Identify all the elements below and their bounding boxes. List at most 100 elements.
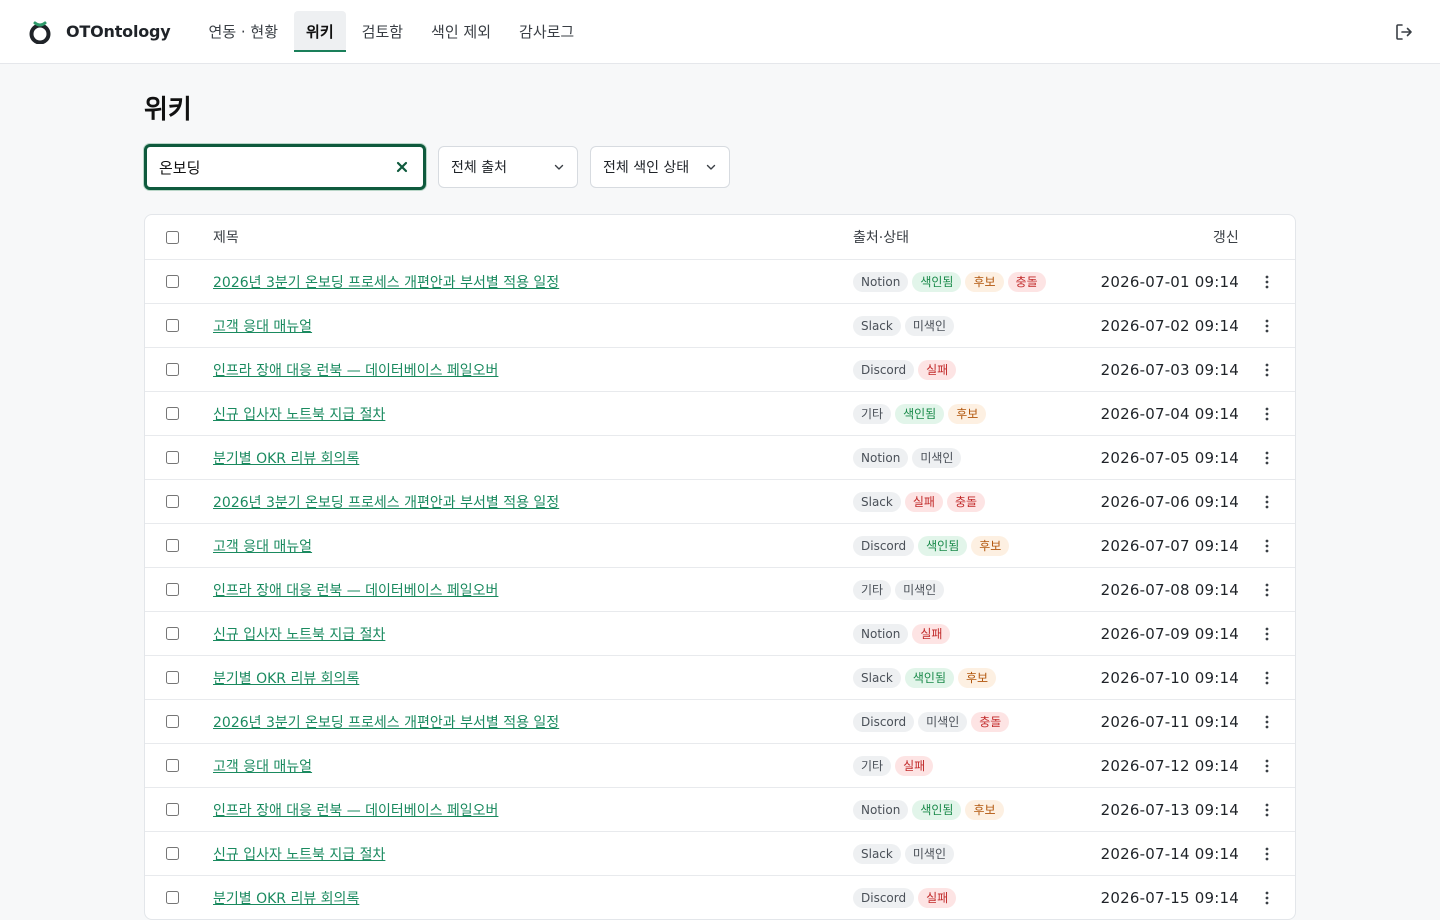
nav-item-2[interactable]: 검토함 <box>350 0 415 64</box>
row-menu-button[interactable] <box>1239 627 1295 641</box>
row-title-link[interactable]: 인프라 장애 대응 런북 — 데이터베이스 페일오버 <box>213 363 498 379</box>
row-check-cell <box>145 759 197 772</box>
row-checkbox[interactable] <box>165 671 179 684</box>
row-checkbox[interactable] <box>165 319 179 332</box>
row-menu-button[interactable] <box>1239 319 1295 333</box>
chevron-down-icon <box>554 164 564 170</box>
nav-item-label: 검토함 <box>361 23 404 41</box>
logo-icon <box>29 21 51 44</box>
row-title-link[interactable]: 고객 응대 매뉴얼 <box>213 539 312 555</box>
row-updated: 2026-07-15 09:14 <box>1100 888 1239 907</box>
more-vertical-icon <box>1265 627 1269 640</box>
row-menu-button[interactable] <box>1239 847 1295 861</box>
row-title-cell: 신규 입사자 노트북 지급 절차 <box>197 624 853 644</box>
row-title-link[interactable]: 인프라 장애 대응 런북 — 데이터베이스 페일오버 <box>213 803 498 819</box>
header-source-status[interactable]: 출처·상태 <box>853 227 1073 247</box>
status-badge-failed: 실패 <box>918 359 957 380</box>
row-menu-button[interactable] <box>1239 583 1295 597</box>
header-updated[interactable]: 갱신 <box>1073 227 1239 247</box>
index-status-filter-select[interactable]: 전체 색인 상태 <box>590 146 730 188</box>
row-checkbox[interactable] <box>165 847 179 860</box>
row-check-cell <box>145 627 197 640</box>
row-menu-button[interactable] <box>1239 275 1295 289</box>
status-badge-candidate: 후보 <box>957 667 997 688</box>
row-checkbox[interactable] <box>165 451 179 464</box>
source-badge: Notion <box>853 447 909 468</box>
row-title-link[interactable]: 2026년 3분기 온보딩 프로세스 개편안과 부서별 적용 일정 <box>213 275 559 291</box>
row-checkbox[interactable] <box>165 539 179 552</box>
row-menu-button[interactable] <box>1239 495 1295 509</box>
nav-item-3[interactable]: 색인 제외 <box>419 0 503 64</box>
row-checkbox[interactable] <box>165 407 179 420</box>
more-vertical-icon <box>1265 451 1269 464</box>
app-name: OTOntology <box>66 22 171 41</box>
row-menu-button[interactable] <box>1239 891 1295 905</box>
source-badge: Slack <box>853 491 901 512</box>
row-updated: 2026-07-08 09:14 <box>1100 580 1239 599</box>
row-updated: 2026-07-11 09:14 <box>1100 712 1239 731</box>
row-menu-button[interactable] <box>1239 451 1295 465</box>
row-check-cell <box>145 363 197 376</box>
row-menu-button[interactable] <box>1239 759 1295 773</box>
row-checkbox[interactable] <box>165 495 179 508</box>
row-title-link[interactable]: 고객 응대 매뉴얼 <box>213 319 312 335</box>
header-title[interactable]: 제목 <box>197 227 853 247</box>
table-row: 2026년 3분기 온보딩 프로세스 개편안과 부서별 적용 일정 Slack 실패… <box>145 479 1295 523</box>
table-row: 분기별 OKR 리뷰 회의록 Notion 미색인 2026-07-05 09:14 <box>145 435 1295 479</box>
row-title-link[interactable]: 신규 입사자 노트북 지급 절차 <box>213 627 385 643</box>
nav-item-0[interactable]: 연동 · 현황 <box>197 0 291 64</box>
chevron-down-icon <box>706 164 716 170</box>
search-input[interactable] <box>159 158 379 176</box>
nav-item-4[interactable]: 감사로그 <box>507 0 586 64</box>
more-vertical-icon <box>1265 363 1269 376</box>
row-checkbox[interactable] <box>165 275 179 288</box>
logout-icon[interactable] <box>1394 22 1414 42</box>
table-header-row: 제목 출처·상태 갱신 <box>145 215 1295 259</box>
row-menu-button[interactable] <box>1239 671 1295 685</box>
row-title-link[interactable]: 분기별 OKR 리뷰 회의록 <box>213 671 359 687</box>
table-row: 신규 입사자 노트북 지급 절차 기타 색인됨 후보 2026-07-04 09:14 <box>145 391 1295 435</box>
row-checkbox[interactable] <box>165 803 179 816</box>
nav-item-1[interactable]: 위키 <box>294 0 346 64</box>
row-menu-button[interactable] <box>1239 363 1295 377</box>
row-checkbox[interactable] <box>165 891 179 904</box>
row-title-cell: 고객 응대 매뉴얼 <box>197 756 853 776</box>
status-badge-indexed: 색인됨 <box>912 271 962 292</box>
row-title-link[interactable]: 신규 입사자 노트북 지급 절차 <box>213 407 385 423</box>
row-updated: 2026-07-03 09:14 <box>1100 360 1239 379</box>
clear-search-icon[interactable] <box>395 160 409 174</box>
row-source-status-cell: Notion 색인됨 후보 충돌 <box>853 271 1073 292</box>
source-badge: Discord <box>853 887 915 908</box>
row-title-link[interactable]: 신규 입사자 노트북 지급 절차 <box>213 847 385 863</box>
source-badge: Slack <box>853 315 901 336</box>
row-menu-button[interactable] <box>1239 715 1295 729</box>
status-badge-unindexed: 미색인 <box>918 711 968 732</box>
table-row: 고객 응대 매뉴얼 Discord 색인됨 후보 2026-07-07 09:14 <box>145 523 1295 567</box>
status-badge-conflict: 충돌 <box>971 711 1010 732</box>
source-badge: 기타 <box>853 579 892 600</box>
select-all-checkbox[interactable] <box>165 230 179 244</box>
row-checkbox[interactable] <box>165 759 179 772</box>
source-filter-select[interactable]: 전체 출처 <box>438 146 578 188</box>
row-title-link[interactable]: 분기별 OKR 리뷰 회의록 <box>213 451 359 467</box>
row-checkbox[interactable] <box>165 363 179 376</box>
row-checkbox[interactable] <box>165 583 179 596</box>
status-badge-candidate: 후보 <box>965 271 1004 292</box>
table-row: 신규 입사자 노트북 지급 절차 Notion 실패 2026-07-09 09:14 <box>145 611 1295 655</box>
row-menu-button[interactable] <box>1239 407 1295 421</box>
row-title-link[interactable]: 2026년 3분기 온보딩 프로세스 개편안과 부서별 적용 일정 <box>213 495 559 511</box>
row-source-status-cell: 기타 미색인 <box>853 579 1073 600</box>
status-badge-candidate: 후보 <box>948 403 987 424</box>
nav-active-underline <box>294 49 346 52</box>
row-menu-button[interactable] <box>1239 803 1295 817</box>
row-checkbox[interactable] <box>165 715 179 728</box>
row-checkbox[interactable] <box>165 627 179 640</box>
row-title-link[interactable]: 인프라 장애 대응 런북 — 데이터베이스 페일오버 <box>213 583 498 599</box>
row-title-link[interactable]: 2026년 3분기 온보딩 프로세스 개편안과 부서별 적용 일정 <box>213 715 559 731</box>
status-badge-failed: 실패 <box>912 623 951 644</box>
row-title-link[interactable]: 분기별 OKR 리뷰 회의록 <box>213 891 359 907</box>
row-title-link[interactable]: 고객 응대 매뉴얼 <box>213 759 312 775</box>
source-badge: Slack <box>853 843 901 864</box>
row-menu-button[interactable] <box>1239 539 1295 553</box>
app-logo[interactable]: OTOntology <box>28 20 171 44</box>
